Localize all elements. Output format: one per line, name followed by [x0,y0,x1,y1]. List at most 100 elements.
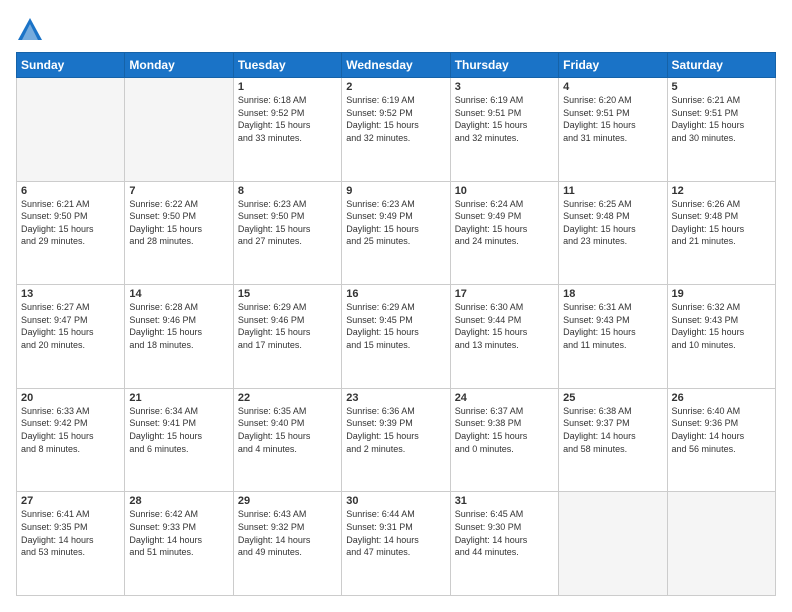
day-info: Sunrise: 6:30 AM Sunset: 9:44 PM Dayligh… [455,301,554,351]
calendar-header-monday: Monday [125,53,233,78]
calendar-cell: 23Sunrise: 6:36 AM Sunset: 9:39 PM Dayli… [342,388,450,492]
day-number: 5 [672,81,771,93]
calendar-header-friday: Friday [559,53,667,78]
day-info: Sunrise: 6:28 AM Sunset: 9:46 PM Dayligh… [129,301,228,351]
day-number: 9 [346,185,445,197]
calendar-cell: 15Sunrise: 6:29 AM Sunset: 9:46 PM Dayli… [233,285,341,389]
calendar-cell: 29Sunrise: 6:43 AM Sunset: 9:32 PM Dayli… [233,492,341,596]
day-number: 13 [21,288,120,300]
calendar-week-3: 13Sunrise: 6:27 AM Sunset: 9:47 PM Dayli… [17,285,776,389]
logo [16,16,48,44]
calendar-cell: 8Sunrise: 6:23 AM Sunset: 9:50 PM Daylig… [233,181,341,285]
calendar-cell: 25Sunrise: 6:38 AM Sunset: 9:37 PM Dayli… [559,388,667,492]
calendar-week-1: 1Sunrise: 6:18 AM Sunset: 9:52 PM Daylig… [17,78,776,182]
calendar-header-thursday: Thursday [450,53,558,78]
day-info: Sunrise: 6:19 AM Sunset: 9:51 PM Dayligh… [455,94,554,144]
calendar-header-tuesday: Tuesday [233,53,341,78]
day-number: 17 [455,288,554,300]
calendar-table: SundayMondayTuesdayWednesdayThursdayFrid… [16,52,776,596]
day-info: Sunrise: 6:19 AM Sunset: 9:52 PM Dayligh… [346,94,445,144]
calendar-cell: 31Sunrise: 6:45 AM Sunset: 9:30 PM Dayli… [450,492,558,596]
day-number: 28 [129,495,228,507]
day-number: 10 [455,185,554,197]
day-number: 3 [455,81,554,93]
calendar-week-2: 6Sunrise: 6:21 AM Sunset: 9:50 PM Daylig… [17,181,776,285]
day-info: Sunrise: 6:27 AM Sunset: 9:47 PM Dayligh… [21,301,120,351]
day-number: 30 [346,495,445,507]
calendar-cell: 3Sunrise: 6:19 AM Sunset: 9:51 PM Daylig… [450,78,558,182]
day-number: 27 [21,495,120,507]
calendar-cell: 6Sunrise: 6:21 AM Sunset: 9:50 PM Daylig… [17,181,125,285]
calendar-cell: 30Sunrise: 6:44 AM Sunset: 9:31 PM Dayli… [342,492,450,596]
calendar-cell: 11Sunrise: 6:25 AM Sunset: 9:48 PM Dayli… [559,181,667,285]
calendar-cell: 2Sunrise: 6:19 AM Sunset: 9:52 PM Daylig… [342,78,450,182]
logo-icon [16,16,44,44]
day-info: Sunrise: 6:36 AM Sunset: 9:39 PM Dayligh… [346,405,445,455]
day-info: Sunrise: 6:34 AM Sunset: 9:41 PM Dayligh… [129,405,228,455]
calendar-cell [559,492,667,596]
header [16,16,776,44]
calendar-cell: 21Sunrise: 6:34 AM Sunset: 9:41 PM Dayli… [125,388,233,492]
day-info: Sunrise: 6:29 AM Sunset: 9:46 PM Dayligh… [238,301,337,351]
day-number: 11 [563,185,662,197]
day-number: 4 [563,81,662,93]
day-info: Sunrise: 6:23 AM Sunset: 9:50 PM Dayligh… [238,198,337,248]
calendar-header-sunday: Sunday [17,53,125,78]
day-number: 6 [21,185,120,197]
day-number: 26 [672,392,771,404]
day-info: Sunrise: 6:23 AM Sunset: 9:49 PM Dayligh… [346,198,445,248]
day-info: Sunrise: 6:26 AM Sunset: 9:48 PM Dayligh… [672,198,771,248]
calendar-cell: 10Sunrise: 6:24 AM Sunset: 9:49 PM Dayli… [450,181,558,285]
day-info: Sunrise: 6:37 AM Sunset: 9:38 PM Dayligh… [455,405,554,455]
calendar-cell: 1Sunrise: 6:18 AM Sunset: 9:52 PM Daylig… [233,78,341,182]
calendar-cell: 20Sunrise: 6:33 AM Sunset: 9:42 PM Dayli… [17,388,125,492]
day-number: 18 [563,288,662,300]
day-info: Sunrise: 6:42 AM Sunset: 9:33 PM Dayligh… [129,508,228,558]
calendar-cell: 28Sunrise: 6:42 AM Sunset: 9:33 PM Dayli… [125,492,233,596]
day-number: 20 [21,392,120,404]
calendar-week-5: 27Sunrise: 6:41 AM Sunset: 9:35 PM Dayli… [17,492,776,596]
calendar-cell: 26Sunrise: 6:40 AM Sunset: 9:36 PM Dayli… [667,388,775,492]
calendar-cell: 14Sunrise: 6:28 AM Sunset: 9:46 PM Dayli… [125,285,233,389]
day-number: 12 [672,185,771,197]
day-info: Sunrise: 6:29 AM Sunset: 9:45 PM Dayligh… [346,301,445,351]
day-number: 1 [238,81,337,93]
calendar-cell: 5Sunrise: 6:21 AM Sunset: 9:51 PM Daylig… [667,78,775,182]
calendar-cell: 12Sunrise: 6:26 AM Sunset: 9:48 PM Dayli… [667,181,775,285]
day-number: 8 [238,185,337,197]
calendar-cell: 7Sunrise: 6:22 AM Sunset: 9:50 PM Daylig… [125,181,233,285]
day-number: 16 [346,288,445,300]
day-info: Sunrise: 6:38 AM Sunset: 9:37 PM Dayligh… [563,405,662,455]
day-number: 21 [129,392,228,404]
calendar-cell [125,78,233,182]
calendar-cell: 22Sunrise: 6:35 AM Sunset: 9:40 PM Dayli… [233,388,341,492]
day-number: 2 [346,81,445,93]
day-info: Sunrise: 6:18 AM Sunset: 9:52 PM Dayligh… [238,94,337,144]
day-number: 15 [238,288,337,300]
day-info: Sunrise: 6:24 AM Sunset: 9:49 PM Dayligh… [455,198,554,248]
calendar-cell: 17Sunrise: 6:30 AM Sunset: 9:44 PM Dayli… [450,285,558,389]
calendar-week-4: 20Sunrise: 6:33 AM Sunset: 9:42 PM Dayli… [17,388,776,492]
page: SundayMondayTuesdayWednesdayThursdayFrid… [0,0,792,612]
calendar-cell: 13Sunrise: 6:27 AM Sunset: 9:47 PM Dayli… [17,285,125,389]
day-number: 29 [238,495,337,507]
calendar-cell: 9Sunrise: 6:23 AM Sunset: 9:49 PM Daylig… [342,181,450,285]
calendar-cell: 19Sunrise: 6:32 AM Sunset: 9:43 PM Dayli… [667,285,775,389]
day-info: Sunrise: 6:43 AM Sunset: 9:32 PM Dayligh… [238,508,337,558]
day-info: Sunrise: 6:40 AM Sunset: 9:36 PM Dayligh… [672,405,771,455]
calendar-cell: 27Sunrise: 6:41 AM Sunset: 9:35 PM Dayli… [17,492,125,596]
day-number: 23 [346,392,445,404]
day-info: Sunrise: 6:45 AM Sunset: 9:30 PM Dayligh… [455,508,554,558]
calendar-cell [667,492,775,596]
day-number: 22 [238,392,337,404]
day-number: 25 [563,392,662,404]
calendar-cell: 24Sunrise: 6:37 AM Sunset: 9:38 PM Dayli… [450,388,558,492]
day-info: Sunrise: 6:25 AM Sunset: 9:48 PM Dayligh… [563,198,662,248]
day-info: Sunrise: 6:21 AM Sunset: 9:50 PM Dayligh… [21,198,120,248]
day-info: Sunrise: 6:33 AM Sunset: 9:42 PM Dayligh… [21,405,120,455]
day-info: Sunrise: 6:32 AM Sunset: 9:43 PM Dayligh… [672,301,771,351]
calendar-header-saturday: Saturday [667,53,775,78]
calendar-cell: 4Sunrise: 6:20 AM Sunset: 9:51 PM Daylig… [559,78,667,182]
day-number: 19 [672,288,771,300]
day-number: 14 [129,288,228,300]
